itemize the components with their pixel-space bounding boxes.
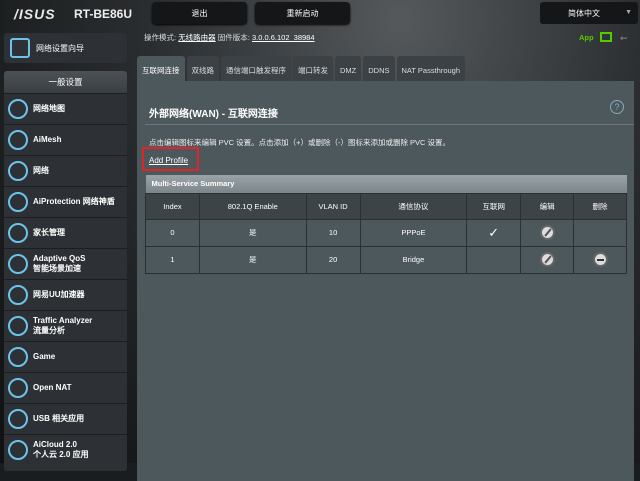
model-name: RT-BE86U: [74, 7, 133, 21]
gear-icon: [10, 38, 30, 58]
sidebar-item[interactable]: AiCloud 2.0 个人云 2.0 应用: [4, 434, 127, 465]
cell-enable: 是: [198, 245, 307, 274]
menu-icon: [8, 192, 28, 212]
sidebar-item[interactable]: Adaptive QoS 智能场景加速: [4, 248, 127, 279]
page-title: 外部网络(WAN) - 互联网连接: [149, 109, 278, 120]
cell-vlan: 10: [305, 218, 361, 247]
sidebar-item-label: Adaptive QoS 智能场景加速: [33, 254, 86, 273]
top-bar: /ISUS RT-BE86U 退出 重新启动 简体中文 ▼: [0, 0, 640, 30]
sidebar-item-label: AiMesh: [33, 135, 62, 144]
chevron-down-icon: ▼: [625, 9, 632, 16]
cell-edit: [520, 245, 575, 274]
delete-icon[interactable]: [592, 252, 608, 267]
sidebar-item[interactable]: AiMesh: [4, 124, 127, 155]
divider: [145, 124, 634, 125]
menu-icon: [8, 440, 28, 460]
cell-internet: ✓: [466, 218, 522, 247]
cell-delete: [573, 218, 627, 247]
network-status-icon[interactable]: [600, 32, 612, 42]
sidebar-item-label: Traffic Analyzer 流量分析: [33, 316, 93, 335]
sidebar-item[interactable]: Open NAT: [4, 372, 127, 403]
menu-icon: [8, 316, 28, 336]
sidebar-item-label: AiProtection 网络神盾: [33, 197, 115, 206]
sidebar-item[interactable]: 家长管理: [4, 217, 127, 248]
sidebar-item-label: AiCloud 2.0 个人云 2.0 应用: [33, 440, 89, 459]
reboot-button[interactable]: 重新启动: [255, 2, 350, 24]
cell-protocol: Bridge: [359, 245, 468, 274]
sidebar-item[interactable]: Traffic Analyzer 流量分析: [4, 310, 127, 341]
edit-icon[interactable]: [539, 252, 555, 267]
edit-icon[interactable]: [539, 225, 555, 240]
mode-link[interactable]: 无线路由器: [178, 33, 216, 42]
tab[interactable]: DMZ: [335, 56, 362, 81]
sidebar-item-label: USB 相关应用: [33, 414, 85, 423]
wizard-label: 网络设置向导: [36, 43, 84, 53]
menu-icon: [8, 347, 28, 367]
tab[interactable]: 端口转发: [293, 56, 333, 81]
language-value: 简体中文: [568, 8, 600, 18]
add-profile-link[interactable]: Add Profile: [149, 156, 188, 165]
tab-bar: 互联网连接 双线路 通信端口触发程序 端口转发 DMZ DDNS NAT Passthrou…: [137, 56, 466, 81]
menu-icon: [8, 254, 28, 274]
mode-label: 操作模式:: [144, 33, 177, 42]
cell-vlan: 20: [305, 245, 361, 274]
sidebar-item-label: 家长管理: [33, 228, 65, 237]
tab[interactable]: NAT Passthrough: [396, 56, 466, 81]
sidebar-item-label: 网络地图: [33, 104, 65, 113]
column-header: VLAN ID: [305, 192, 361, 220]
firmware-label: 固件版本:: [217, 33, 250, 42]
help-icon[interactable]: ?: [610, 100, 624, 114]
tab[interactable]: 互联网连接: [137, 56, 185, 81]
column-header: 删除: [573, 192, 627, 220]
cell-enable: 是: [198, 218, 307, 247]
column-header: 编辑: [520, 192, 575, 220]
content-panel: 外部网络(WAN) - 互联网连接 ? 点击编辑图标来编辑 PVC 设置。点击添…: [137, 81, 634, 481]
sidebar-item[interactable]: 网络: [4, 155, 127, 186]
asus-logo: /ISUS: [14, 6, 56, 22]
language-select[interactable]: 简体中文 ▼: [540, 2, 638, 24]
table-row: 0 是 10 PPPoE ✓: [145, 218, 627, 247]
cell-edit: [520, 218, 575, 247]
menu-icon: [8, 223, 28, 243]
tab[interactable]: 通信端口触发程序: [221, 56, 291, 81]
firmware-link[interactable]: 3.0.0.6.102_38984: [252, 33, 315, 42]
table-row: 1 是 20 Bridge: [145, 245, 627, 274]
column-header: 802.1Q Enable: [198, 192, 307, 220]
menu-icon: [8, 285, 28, 305]
sidebar-item[interactable]: 网络地图: [4, 93, 127, 124]
sidebar-item-label: Game: [33, 352, 56, 361]
sidebar-item-label: 网络: [33, 166, 49, 175]
cell-internet: [466, 245, 522, 274]
status-line: 操作模式: 无线路由器 固件版本: 3.0.0.6.102_38984: [144, 32, 315, 43]
sidebar-item[interactable]: AiProtection 网络神盾: [4, 186, 127, 217]
sidebar-item-wizard[interactable]: 网络设置向导: [4, 33, 127, 63]
cell-index: 0: [145, 218, 200, 247]
column-header: 通信协议: [359, 192, 468, 220]
sidebar-item[interactable]: 网易UU加速器: [4, 279, 127, 310]
app-link[interactable]: App: [579, 33, 594, 42]
tab[interactable]: DDNS: [363, 56, 395, 81]
multi-service-table: Multi-Service Summary Index 802.1Q Enable…: [145, 175, 627, 274]
menu-icon: [8, 161, 28, 181]
table-caption: Multi-Service Summary: [145, 175, 627, 193]
cell-delete: [573, 245, 627, 274]
sidebar-section-title: 一般设置: [4, 71, 127, 93]
column-header: Index: [145, 192, 200, 220]
sidebar-item[interactable]: USB 相关应用: [4, 403, 127, 434]
menu-icon: [8, 378, 28, 398]
menu-icon: [8, 409, 28, 429]
cell-index: 1: [145, 245, 200, 274]
usb-icon[interactable]: ⇜: [620, 33, 628, 44]
logout-button[interactable]: 退出: [152, 2, 247, 24]
menu-icon: [8, 130, 28, 150]
column-header: 互联网: [466, 192, 522, 220]
sidebar-item[interactable]: Game: [4, 341, 127, 372]
tab[interactable]: 双线路: [186, 56, 219, 81]
sidebar-item-label: Open NAT: [33, 383, 72, 392]
sidebar-menu: 一般设置 网络地图 AiMesh 网络 AiProtection 网络神盾 家长管理 Ad…: [4, 71, 127, 471]
cell-protocol: PPPoE: [359, 218, 468, 247]
menu-icon: [8, 99, 28, 119]
sidebar-item-label: 网易UU加速器: [33, 290, 85, 299]
